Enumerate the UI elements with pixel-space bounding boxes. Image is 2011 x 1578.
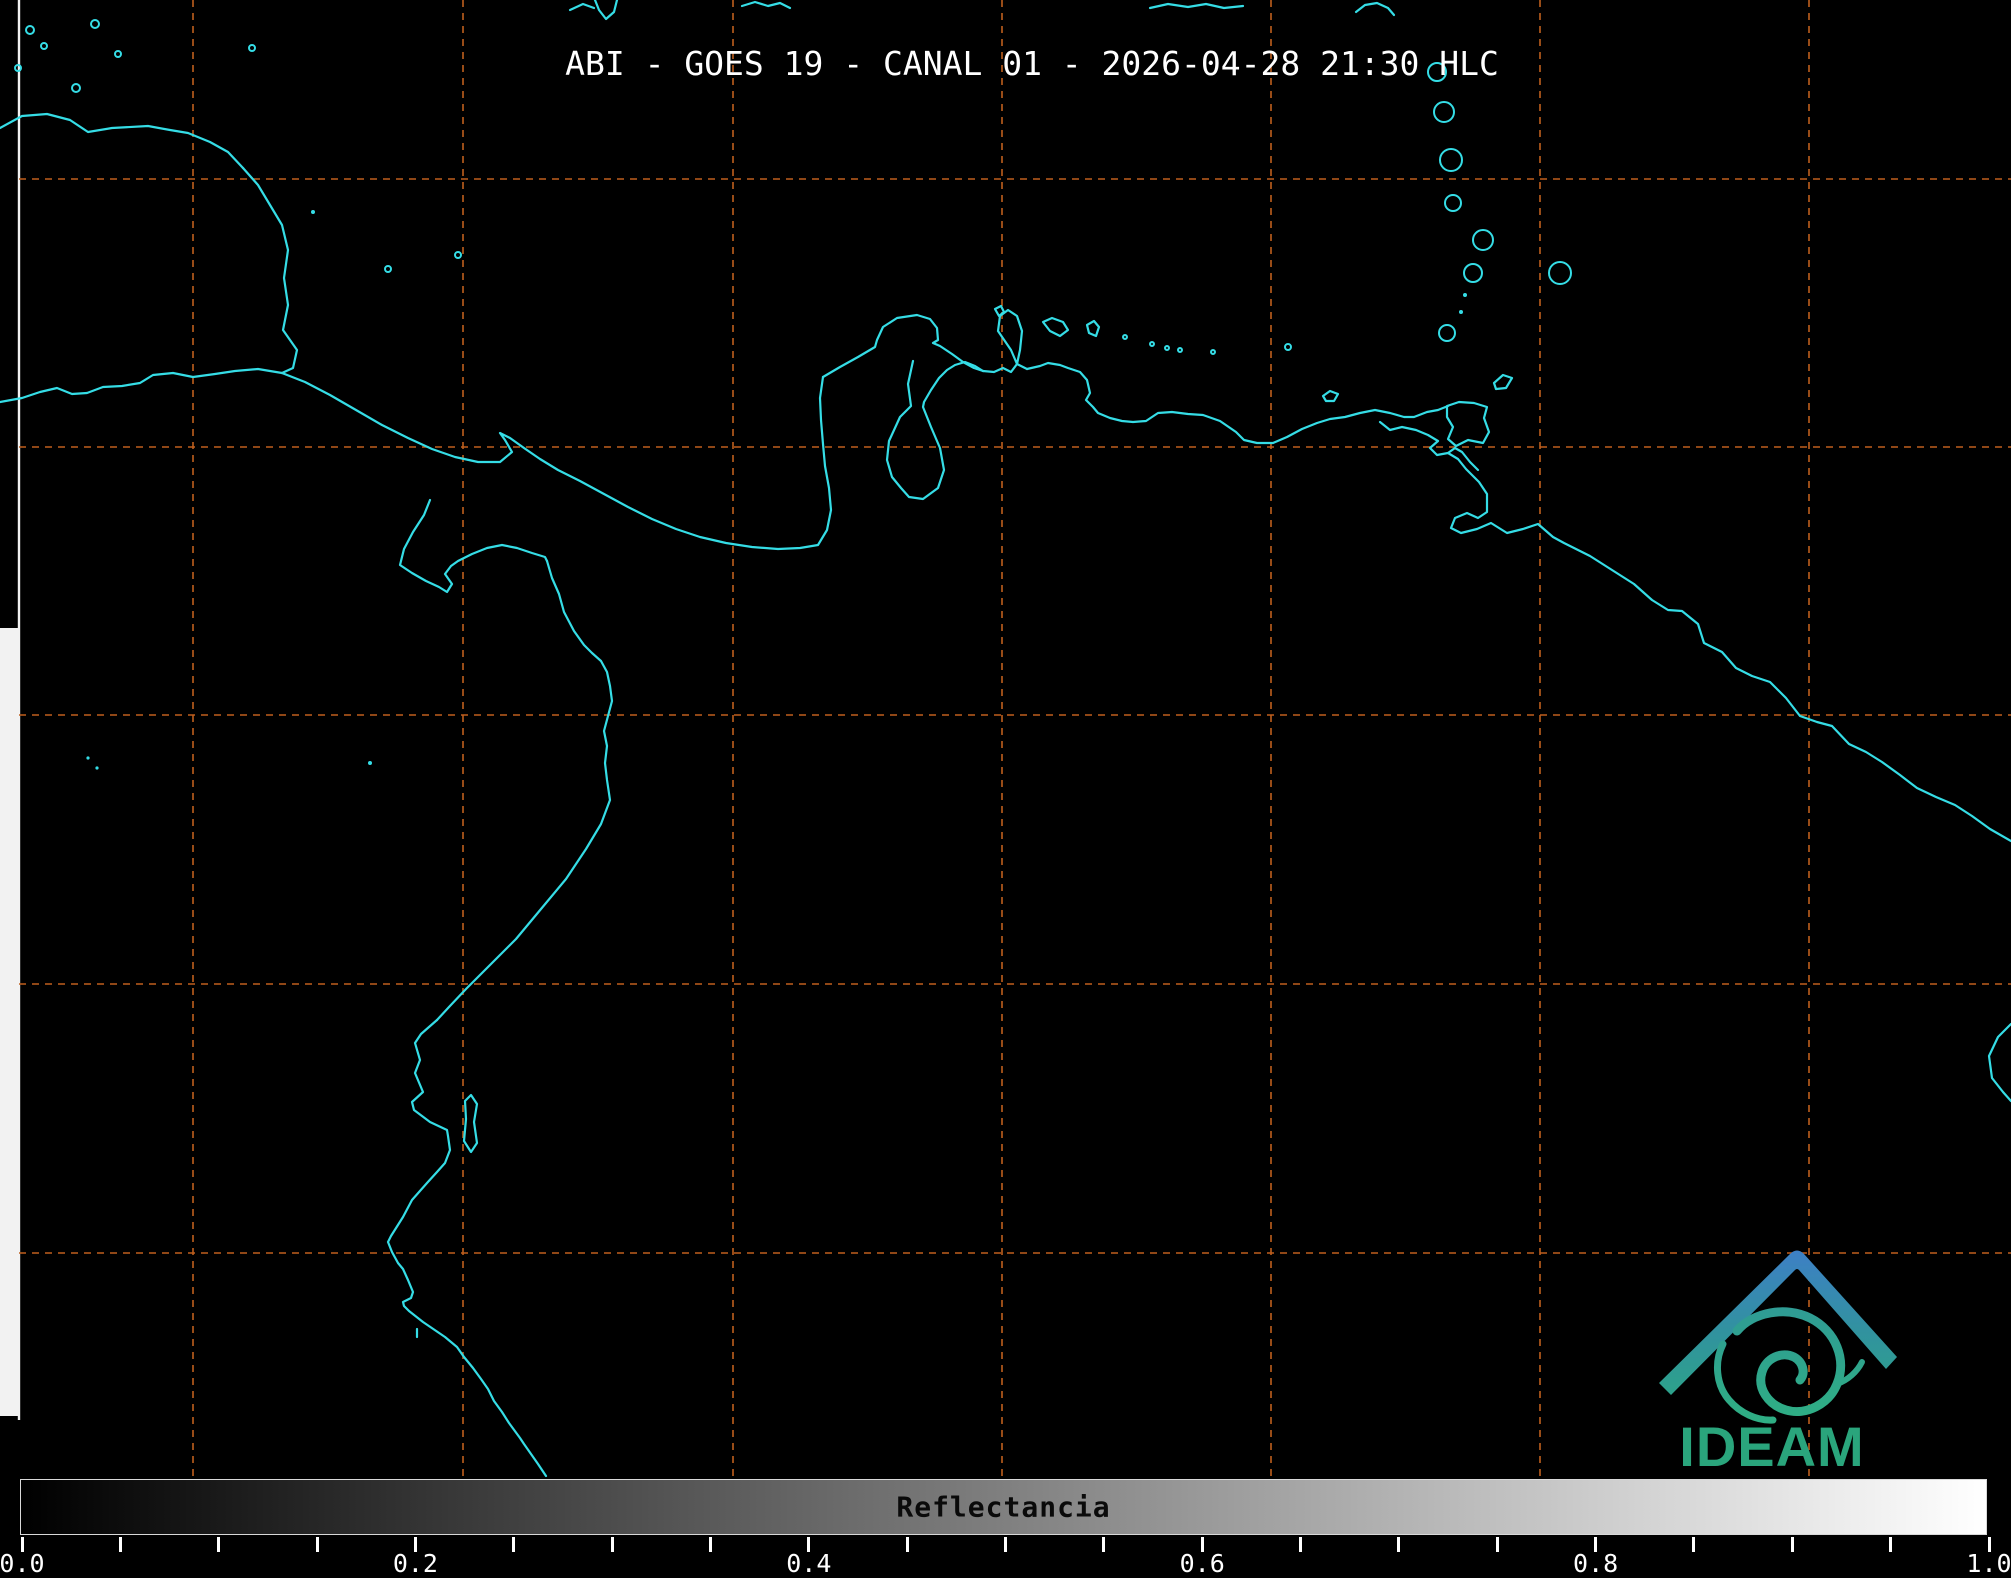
colorbar-label: Reflectancia <box>896 1491 1110 1524</box>
island-outline <box>115 51 121 57</box>
ideam-logo: IDEAM <box>1659 1251 1897 1479</box>
jamaica-coast-fragment <box>595 0 617 19</box>
island-outline <box>1150 342 1154 346</box>
colorbar-tick-label: 0.8 <box>1573 1549 1618 1578</box>
reflectance-colorbar: Reflectancia <box>20 1479 1987 1535</box>
colorbar-tick <box>709 1537 712 1552</box>
ecuador-peru-coast <box>388 1020 546 1476</box>
costa-rica-panama-north-coast <box>282 373 831 549</box>
scan-edge-strip <box>0 628 19 1416</box>
island-outline <box>1211 350 1215 354</box>
orinoco-guyana-coast <box>1448 453 2011 841</box>
logo-text: IDEAM <box>1679 1415 1864 1478</box>
tobago-island <box>1494 375 1512 389</box>
island-outline <box>1434 102 1454 122</box>
island-outline <box>1439 325 1455 341</box>
colorbar-tick <box>1692 1537 1695 1552</box>
colorbar-tick-label: 0.4 <box>786 1549 831 1578</box>
colorbar-tick <box>1102 1537 1105 1552</box>
trinidad-island <box>1447 402 1489 446</box>
colorbar-tick-label: 1.0 <box>1966 1549 2011 1578</box>
satellite-image-viewer: IDEAM ABI - GOES 19 - CANAL 01 - 2026-04… <box>0 0 2011 1577</box>
colorbar-tick <box>316 1537 319 1552</box>
island-dot <box>1463 293 1467 297</box>
island-outline <box>249 45 255 51</box>
island-outline <box>455 252 461 258</box>
jamaica-coast-fragment-2 <box>570 4 594 10</box>
island-outline <box>91 20 99 28</box>
paria-gulf-delta <box>1380 422 1478 470</box>
panama-pacific-coast <box>400 500 547 592</box>
central-america-pacific-coast <box>0 369 282 402</box>
latlon-grid-layer <box>19 0 2011 1477</box>
honduras-north-coast <box>0 114 243 168</box>
logo-swirl-shape <box>1737 1312 1841 1412</box>
nicaragua-caribbean-coast <box>243 168 297 373</box>
colorbar-tick <box>906 1537 909 1552</box>
colorbar-tick <box>1889 1537 1892 1552</box>
image-title: ABI - GOES 19 - CANAL 01 - 2026-04-28 21… <box>565 44 1499 83</box>
colorbar-tick-label: 0.2 <box>393 1549 438 1578</box>
island-outline <box>385 266 391 272</box>
maracaibo-lake <box>887 361 983 499</box>
puerto-rico-coast-fragment <box>1150 4 1243 8</box>
island-outline <box>41 43 47 49</box>
island-dot <box>311 210 315 214</box>
colombia-caribbean-coast <box>823 315 983 377</box>
scan-edge-layer <box>0 0 19 1420</box>
coastline-layer <box>0 0 2011 1476</box>
puna-island <box>464 1095 477 1152</box>
island-outline <box>1123 335 1127 339</box>
island-dot <box>368 761 372 765</box>
colorbar-tick <box>1791 1537 1794 1552</box>
bonaire-island <box>1087 321 1099 336</box>
colorbar-tick-label: 0.0 <box>0 1549 45 1578</box>
venezuela-north-coast <box>1027 363 1448 443</box>
island-outline <box>1178 348 1182 352</box>
amazon-coast-fragment <box>1989 1024 2011 1101</box>
logo-mountain-shape <box>1659 1251 1897 1396</box>
island-outline <box>1440 149 1462 171</box>
island-outline <box>1445 195 1461 211</box>
colorbar-tick <box>1397 1537 1400 1552</box>
colorbar-tick <box>1496 1537 1499 1552</box>
colorbar-tick <box>217 1537 220 1552</box>
colorbar-tick <box>119 1537 122 1552</box>
island-outline <box>1165 346 1169 350</box>
leeward-islands-fragment <box>1356 3 1394 15</box>
colorbar-tick <box>611 1537 614 1552</box>
island-outline <box>1464 264 1482 282</box>
colorbar-tick <box>512 1537 515 1552</box>
paraguana-peninsula <box>983 310 1027 372</box>
island-outline <box>1285 344 1291 350</box>
curacao-island <box>1043 318 1068 336</box>
hispaniola-coast-fragment <box>742 2 790 8</box>
colorbar-tick <box>1299 1537 1302 1552</box>
colorbar-tick <box>1004 1537 1007 1552</box>
island-dot <box>1459 310 1463 314</box>
island-outline <box>1549 262 1571 284</box>
island-dot <box>95 766 98 769</box>
colorbar-tick-label: 0.6 <box>1180 1549 1225 1578</box>
island-outline <box>26 26 34 34</box>
island-outline <box>1473 230 1493 250</box>
margarita-island <box>1323 391 1338 401</box>
island-dot <box>86 756 89 759</box>
island-outline <box>72 84 80 92</box>
satellite-map-canvas: IDEAM <box>0 0 2011 1577</box>
